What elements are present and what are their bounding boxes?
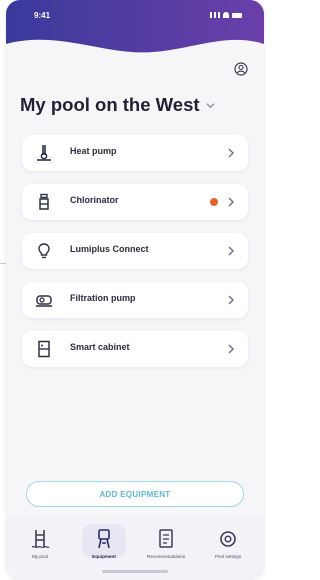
equipment-icon [98,529,110,549]
equipment-item-filtration-pump[interactable]: Filtration pump [22,282,248,318]
nav-label: Recommendations [146,554,186,559]
heat-pump-icon [37,145,51,161]
nav-item-equipment[interactable]: Equipment [76,524,132,574]
equipment-item-chlorinator[interactable]: Chlorinator [22,184,248,220]
nav-label: My pool [31,554,49,559]
status-bar: 9:41 [6,10,264,24]
cabinet-icon [38,340,50,358]
signal-icon [210,12,220,18]
chevron-right-icon [228,344,234,354]
nav-label: Pool settings [214,554,242,559]
chevron-down-icon [205,102,215,108]
equipment-item-smart-cabinet[interactable]: Smart cabinet [22,331,248,367]
app-screen: 9:41 My pool on the West Heat pump Chlor… [6,0,264,580]
add-equipment-button[interactable]: ADD EQUIPMENT [26,481,244,507]
chlorinator-icon [39,193,49,210]
filtration-pump-icon [36,295,52,307]
equipment-label: Chlorinator [70,195,119,205]
wifi-icon [223,12,229,18]
nav-item-my-pool[interactable]: My pool [12,526,68,574]
account-icon[interactable] [234,62,248,76]
equipment-label: Filtration pump [70,293,136,303]
equipment-item-lumiplus[interactable]: Lumiplus Connect [22,233,248,269]
chevron-right-icon [228,148,234,158]
nav-label: Equipment [92,554,116,559]
equipment-label: Lumiplus Connect [70,244,149,254]
nav-item-recommendations[interactable]: Recommendations [138,526,194,574]
chevron-right-icon [228,246,234,256]
status-icons [210,12,242,18]
alert-badge [210,198,218,206]
equipment-label: Smart cabinet [70,342,130,352]
header-wave [6,0,264,53]
equipment-item-heat-pump[interactable]: Heat pump [22,135,248,171]
chevron-right-icon [228,295,234,305]
battery-icon [232,12,242,18]
settings-icon [220,531,236,547]
pool-selector[interactable]: My pool on the West [20,92,256,118]
pool-ladder-icon [31,530,50,549]
document-icon [159,529,173,548]
equipment-label: Heat pump [70,146,117,156]
status-time: 9:41 [34,11,51,20]
pool-name: My pool on the West [20,94,200,115]
chevron-right-icon [228,197,234,207]
light-bulb-icon [38,243,50,259]
home-indicator [102,570,168,573]
nav-item-pool-settings[interactable]: Pool settings [200,526,256,574]
